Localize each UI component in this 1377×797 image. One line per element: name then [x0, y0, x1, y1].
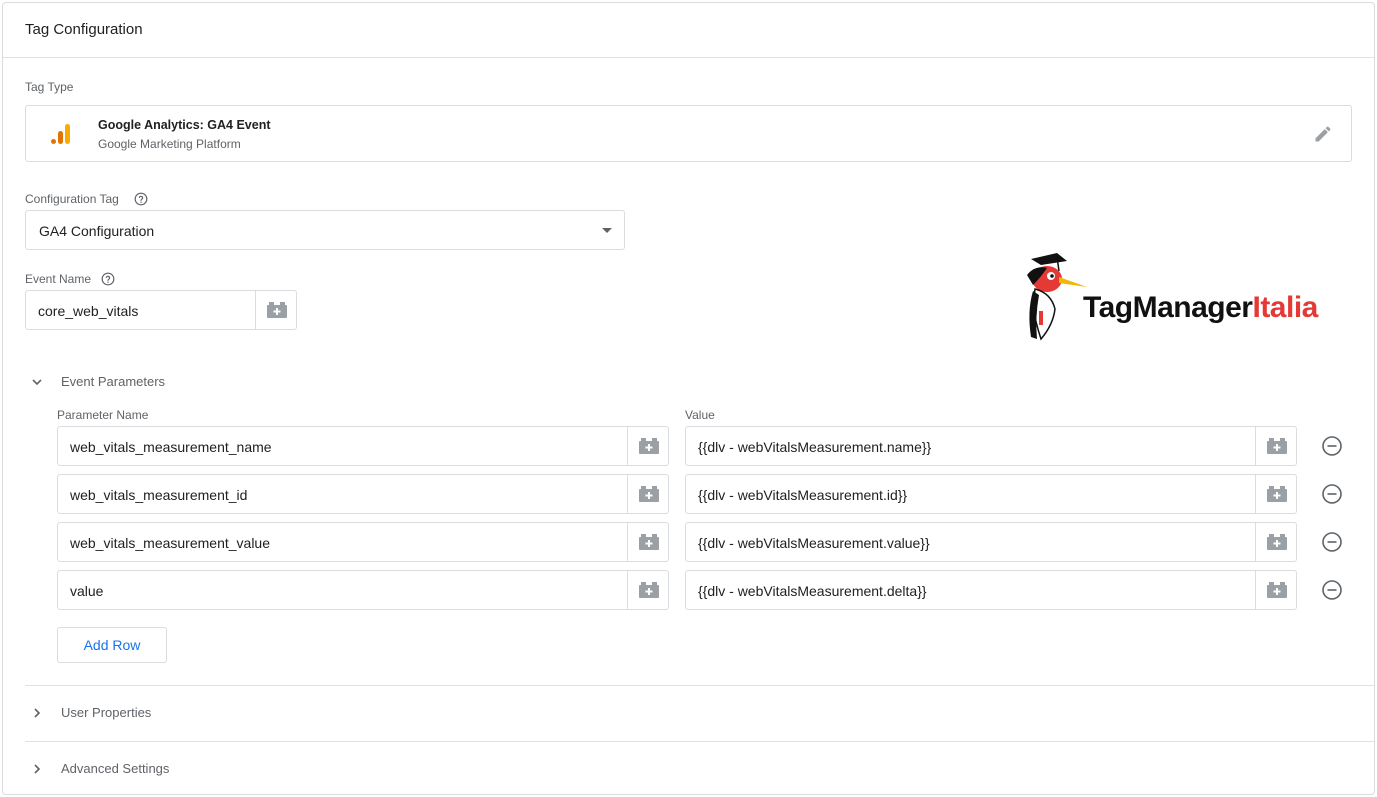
variable-picker-button[interactable] — [627, 571, 668, 609]
section-divider — [25, 685, 1374, 686]
parameter-value-value: {{dlv - webVitalsMeasurement.name}} — [698, 439, 932, 455]
configuration-tag-select[interactable]: GA4 Configuration — [25, 210, 625, 250]
variable-brick-icon — [639, 438, 659, 454]
variable-brick-icon — [1267, 534, 1287, 550]
variable-picker-button[interactable] — [1255, 523, 1296, 561]
remove-circle-icon — [1322, 484, 1342, 504]
parameter-value-value: {{dlv - webVitalsMeasurement.id}} — [698, 487, 908, 503]
event-parameters-toggle[interactable]: Event Parameters — [25, 371, 185, 393]
card-header: Tag Configuration — [3, 3, 1374, 58]
configuration-tag-value: GA4 Configuration — [39, 223, 155, 239]
tag-configuration-card: Tag Configuration Tag Type Google Analyt… — [2, 2, 1375, 795]
parameter-name-field[interactable]: value — [57, 570, 669, 610]
page-title: Tag Configuration — [25, 21, 143, 38]
parameter-value-value: {{dlv - webVitalsMeasurement.delta}} — [698, 583, 927, 599]
remove-row-button[interactable] — [1321, 483, 1343, 505]
parameter-name-value: web_vitals_measurement_name — [70, 439, 272, 455]
user-properties-label: User Properties — [61, 705, 152, 720]
brand-name-part2: Italia — [1252, 291, 1318, 324]
remove-circle-icon — [1322, 532, 1342, 552]
user-properties-toggle[interactable]: User Properties — [25, 702, 175, 724]
dropdown-arrow-icon — [602, 228, 612, 233]
variable-brick-icon — [639, 582, 659, 598]
parameter-value-value: {{dlv - webVitalsMeasurement.value}} — [698, 535, 930, 551]
variable-picker-button[interactable] — [1255, 571, 1296, 609]
woodpecker-mascot-icon — [1027, 253, 1087, 341]
event-name-field[interactable]: core_web_vitals — [25, 290, 297, 330]
brand-logo: TagManagerItalia — [1021, 251, 1341, 343]
event-parameters-label: Event Parameters — [61, 374, 166, 389]
tag-type-label: Tag Type — [25, 80, 74, 94]
variable-picker-button[interactable] — [1255, 475, 1296, 513]
remove-circle-icon — [1322, 580, 1342, 600]
variable-picker-button[interactable] — [627, 523, 668, 561]
section-divider — [25, 741, 1374, 742]
google-analytics-icon — [51, 124, 70, 144]
variable-picker-button[interactable] — [627, 427, 668, 465]
advanced-settings-toggle[interactable]: Advanced Settings — [25, 758, 195, 780]
variable-brick-icon — [639, 534, 659, 550]
event-name-label: Event Name — [25, 272, 92, 286]
chevron-right-icon — [34, 764, 41, 774]
variable-brick-icon — [1267, 486, 1287, 502]
parameter-name-value: web_vitals_measurement_id — [70, 487, 248, 503]
advanced-settings-label: Advanced Settings — [61, 761, 170, 776]
parameter-name-field[interactable]: web_vitals_measurement_name — [57, 426, 669, 466]
help-icon[interactable] — [101, 272, 115, 286]
remove-row-button[interactable] — [1321, 579, 1343, 601]
tag-type-selector[interactable]: Google Analytics: GA4 Event Google Marke… — [25, 105, 1352, 162]
variable-brick-icon — [1267, 582, 1287, 598]
variable-picker-button[interactable] — [1255, 427, 1296, 465]
edit-pencil-icon[interactable] — [1313, 124, 1333, 144]
remove-row-button[interactable] — [1321, 435, 1343, 457]
parameter-value-field[interactable]: {{dlv - webVitalsMeasurement.name}} — [685, 426, 1297, 466]
variable-picker-button[interactable] — [255, 291, 296, 329]
parameter-value-field[interactable]: {{dlv - webVitalsMeasurement.id}} — [685, 474, 1297, 514]
parameter-name-field[interactable]: web_vitals_measurement_id — [57, 474, 669, 514]
parameter-name-value: value — [70, 583, 104, 599]
brand-name-part1: TagManager — [1083, 291, 1253, 324]
parameter-name-column-header: Parameter Name — [57, 408, 149, 422]
tag-type-name: Google Analytics: GA4 Event — [98, 118, 271, 132]
parameter-value-field[interactable]: {{dlv - webVitalsMeasurement.delta}} — [685, 570, 1297, 610]
variable-brick-icon — [267, 302, 287, 318]
brand-wordmark: TagManagerItalia — [1083, 291, 1318, 325]
remove-circle-icon — [1322, 436, 1342, 456]
chevron-right-icon — [34, 708, 41, 718]
variable-brick-icon — [1267, 438, 1287, 454]
event-name-value: core_web_vitals — [38, 303, 139, 319]
remove-row-button[interactable] — [1321, 531, 1343, 553]
parameter-name-field[interactable]: web_vitals_measurement_value — [57, 522, 669, 562]
parameter-name-value: web_vitals_measurement_value — [70, 535, 270, 551]
configuration-tag-label: Configuration Tag — [25, 192, 119, 206]
parameter-value-field[interactable]: {{dlv - webVitalsMeasurement.value}} — [685, 522, 1297, 562]
tag-type-platform: Google Marketing Platform — [98, 137, 241, 151]
variable-picker-button[interactable] — [627, 475, 668, 513]
value-column-header: Value — [685, 408, 715, 422]
help-icon[interactable] — [134, 192, 148, 206]
add-row-button[interactable]: Add Row — [57, 627, 167, 663]
chevron-down-icon — [32, 379, 42, 386]
variable-brick-icon — [639, 486, 659, 502]
